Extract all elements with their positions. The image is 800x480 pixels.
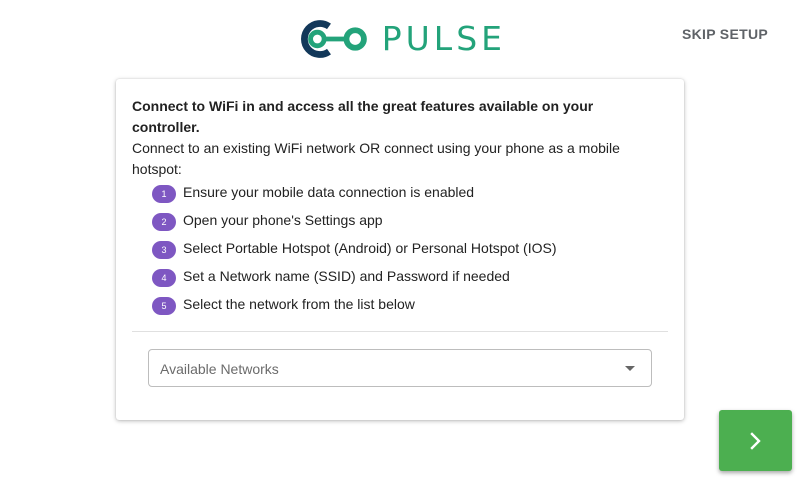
step-text: Select Portable Hotspot (Android) or Per… xyxy=(183,240,557,256)
intro-description: Connect to an existing WiFi network OR c… xyxy=(132,140,620,177)
step-text: Open your phone's Settings app xyxy=(183,212,383,228)
divider xyxy=(132,331,668,332)
pulse-logo: PULSE xyxy=(296,17,506,61)
list-item: 2 Open your phone's Settings app xyxy=(152,206,557,234)
list-item: 3 Select Portable Hotspot (Android) or P… xyxy=(152,234,557,262)
step-number-badge: 1 xyxy=(152,185,176,203)
next-button[interactable] xyxy=(719,410,792,471)
step-number-badge: 2 xyxy=(152,213,176,231)
header: PULSE SKIP SETUP xyxy=(0,0,800,78)
list-item: 1 Ensure your mobile data connection is … xyxy=(152,178,557,206)
step-text: Ensure your mobile data connection is en… xyxy=(183,184,475,200)
select-placeholder: Available Networks xyxy=(160,361,279,377)
skip-setup-button[interactable]: SKIP SETUP xyxy=(682,24,768,44)
step-number-badge: 5 xyxy=(152,297,176,315)
wifi-setup-card: Connect to WiFi in and access all the gr… xyxy=(116,79,684,420)
step-number-badge: 4 xyxy=(152,269,176,287)
chevron-right-icon xyxy=(749,431,761,450)
pulse-logo-icon xyxy=(301,20,367,58)
setup-page: PULSE SKIP SETUP Connect to WiFi in and … xyxy=(0,0,800,480)
available-networks-select[interactable]: Available Networks xyxy=(148,349,652,387)
logo-text: PULSE xyxy=(381,19,506,58)
dropdown-arrow-icon xyxy=(625,366,635,371)
step-text: Select the network from the list below xyxy=(183,296,415,312)
list-item: 4 Set a Network name (SSID) and Password… xyxy=(152,262,557,290)
intro-heading: Connect to WiFi in and access all the gr… xyxy=(132,98,594,135)
step-number-badge: 3 xyxy=(152,241,176,259)
list-item: 5 Select the network from the list below xyxy=(152,290,557,318)
intro-text: Connect to WiFi in and access all the gr… xyxy=(132,96,662,180)
step-text: Set a Network name (SSID) and Password i… xyxy=(183,268,510,284)
steps-list: 1 Ensure your mobile data connection is … xyxy=(152,178,557,318)
